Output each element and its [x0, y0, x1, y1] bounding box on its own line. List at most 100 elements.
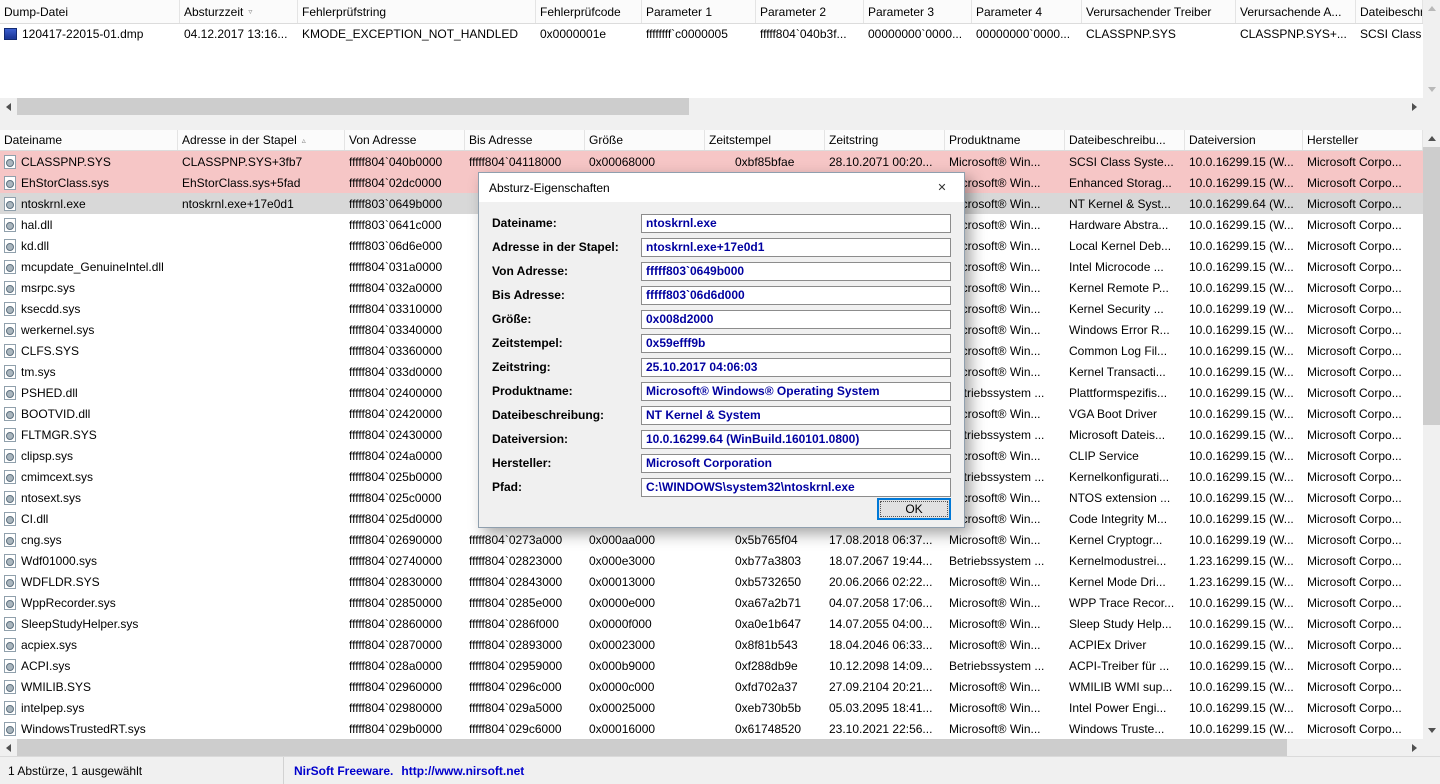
- column-header-dateibeschreibu[interactable]: Dateibeschreibu...: [1065, 130, 1185, 150]
- cell-dateiname: ACPI.sys: [0, 655, 178, 676]
- field-value-von-adresse[interactable]: fffff803`0649b000: [641, 261, 951, 281]
- table-row-120417-22015-01-dmp[interactable]: 120417-22015-01.dmp 04.12.2017 13:16... KM…: [0, 24, 1423, 44]
- field-value-dateibeschreibung[interactable]: NT Kernel & System: [641, 405, 951, 425]
- dialog-field-row: Bis Adresse: fffff803`06d6d000: [479, 283, 964, 307]
- cell-text: Microsoft Corpo...: [1307, 658, 1402, 673]
- cell-adresse-in-der-stapel: [178, 487, 345, 508]
- column-header-zeitstring[interactable]: Zeitstring: [825, 130, 945, 150]
- field-value-zeitstempel[interactable]: 0x59efff9b: [641, 333, 951, 353]
- cell-text: 0x00013000: [589, 574, 656, 589]
- cell-text: 10.0.16299.15 (W...: [1189, 448, 1294, 463]
- cell-gr-e: 0x00025000: [585, 697, 705, 718]
- cell-bis-adresse: fffff804`02843000: [465, 571, 585, 592]
- field-value-bis-adresse[interactable]: fffff803`06d6d000: [641, 285, 951, 305]
- field-value-zeitstring[interactable]: 25.10.2017 04:06:03: [641, 357, 951, 377]
- column-header-dump-datei[interactable]: Dump-Datei: [0, 0, 180, 23]
- cell-gr-e: 0x0000e000: [585, 592, 705, 613]
- drivers-vertical-scrollbar[interactable]: [1423, 130, 1440, 739]
- column-header-parameter-2[interactable]: Parameter 2: [756, 0, 864, 23]
- driver-file-icon: [4, 406, 16, 421]
- column-header-zeitstempel[interactable]: Zeitstempel: [705, 130, 825, 150]
- scroll-up-button[interactable]: [1423, 0, 1440, 17]
- cell-fehlerpr-fstring: KMODE_EXCEPTION_NOT_HANDLED: [298, 24, 536, 44]
- cell-von-adresse: fffff804`02850000: [345, 592, 465, 613]
- column-header-dateiversion[interactable]: Dateiversion: [1185, 130, 1303, 150]
- dump-file-icon: [4, 28, 17, 40]
- scroll-left-button[interactable]: [0, 98, 17, 115]
- table-row-wmilib-sys[interactable]: WMILIB.SYS fffff804`02960000 fffff804`0296…: [0, 676, 1423, 697]
- cell-dateibeschreibu: Enhanced Storag...: [1065, 172, 1185, 193]
- dialog-titlebar[interactable]: Absturz-Eigenschaften ✕: [479, 173, 964, 202]
- table-row-intelpep-sys[interactable]: intelpep.sys fffff804`02980000 fffff804`02…: [0, 697, 1423, 718]
- cell-text: Microsoft Corpo...: [1307, 490, 1402, 505]
- table-row-sleepstudyhelper-sys[interactable]: SleepStudyHelper.sys fffff804`02860000 fff…: [0, 613, 1423, 634]
- column-header-produktname[interactable]: Produktname: [945, 130, 1065, 150]
- cell-zeitstring: 27.09.2104 20:21...: [825, 676, 945, 697]
- column-header-gr-e[interactable]: Größe: [585, 130, 705, 150]
- scroll-down-button[interactable]: [1423, 81, 1440, 98]
- cell-gr-e: 0x00068000: [585, 151, 705, 172]
- column-header-adresse-in-der-stapel[interactable]: Adresse in der Stapel ▵: [178, 130, 345, 150]
- cell-adresse-in-der-stapel: [178, 634, 345, 655]
- cell-text: 10.0.16299.15 (W...: [1189, 217, 1294, 232]
- dumps-horizontal-scrollbar[interactable]: [0, 98, 1423, 115]
- arrow-left-icon: [6, 102, 11, 111]
- column-header-bis-adresse[interactable]: Bis Adresse: [465, 130, 585, 150]
- nirsoft-url-link[interactable]: http://www.nirsoft.net: [401, 764, 524, 778]
- table-row-wpprecorder-sys[interactable]: WppRecorder.sys fffff804`02850000 fffff804…: [0, 592, 1423, 613]
- field-value-gr-e[interactable]: 0x008d2000: [641, 309, 951, 329]
- scroll-down-button[interactable]: [1423, 722, 1440, 739]
- field-value-hersteller[interactable]: Microsoft Corporation: [641, 453, 951, 473]
- table-row-windowstrustedrt-sys[interactable]: WindowsTrustedRT.sys fffff804`029b0000 fff…: [0, 718, 1423, 739]
- cell-text: fffff804`028a0000: [349, 658, 443, 673]
- column-header-hersteller[interactable]: Hersteller: [1303, 130, 1423, 150]
- column-header-parameter-3[interactable]: Parameter 3: [864, 0, 972, 23]
- field-value-adresse-in-der-stapel[interactable]: ntoskrnl.exe+17e0d1: [641, 237, 951, 257]
- cell-text: Microsoft Corpo...: [1307, 553, 1402, 568]
- field-value-pfad[interactable]: C:\WINDOWS\system32\ntoskrnl.exe: [641, 477, 951, 497]
- field-value-dateiversion[interactable]: 10.0.16299.64 (WinBuild.160101.0800): [641, 429, 951, 449]
- cell-text: hal.dll: [21, 217, 53, 232]
- column-header-dateiname[interactable]: Dateiname: [0, 130, 178, 150]
- column-header-fehlerpr-fcode[interactable]: Fehlerprüfcode: [536, 0, 642, 23]
- column-header-fehlerpr-fstring[interactable]: Fehlerprüfstring: [298, 0, 536, 23]
- close-button[interactable]: ✕: [920, 173, 964, 202]
- table-row-acpiex-sys[interactable]: acpiex.sys fffff804`02870000 fffff804`0289…: [0, 634, 1423, 655]
- scroll-left-button[interactable]: [0, 739, 17, 756]
- table-row-classpnp-sys[interactable]: CLASSPNP.SYS CLASSPNP.SYS+3fb7 fffff804`04…: [0, 151, 1423, 172]
- cell-dateiname: PSHED.dll: [0, 382, 178, 403]
- table-row-cng-sys[interactable]: cng.sys fffff804`02690000 fffff804`0273a00…: [0, 529, 1423, 550]
- table-row-acpi-sys[interactable]: ACPI.sys fffff804`028a0000 fffff804`029590…: [0, 655, 1423, 676]
- column-header-verursachende-a[interactable]: Verursachende A...: [1236, 0, 1356, 23]
- column-header-parameter-1[interactable]: Parameter 1: [642, 0, 756, 23]
- table-row-wdfldr-sys[interactable]: WDFLDR.SYS fffff804`02830000 fffff804`0284…: [0, 571, 1423, 592]
- drivers-horizontal-scrollbar[interactable]: [0, 739, 1423, 756]
- cell-text: fffff804`03310000: [349, 301, 443, 316]
- scrollbar-thumb[interactable]: [17, 739, 1287, 756]
- column-header-verursachender-treiber[interactable]: Verursachender Treiber: [1082, 0, 1236, 23]
- scrollbar-thumb[interactable]: [1423, 147, 1440, 425]
- column-header-absturzzeit[interactable]: Absturzzeit ▿: [180, 0, 298, 23]
- column-header-von-adresse[interactable]: Von Adresse: [345, 130, 465, 150]
- cell-produktname: Betriebssystem ...: [945, 550, 1065, 571]
- column-header-label: Adresse in der Stapel: [182, 133, 297, 147]
- column-header-dateibeschre[interactable]: Dateibeschre...: [1356, 0, 1423, 23]
- table-row-wdf01000-sys[interactable]: Wdf01000.sys fffff804`02740000 fffff804`02…: [0, 550, 1423, 571]
- cell-fehlerpr-fcode: 0x0000001e: [536, 24, 642, 44]
- field-value-produktname[interactable]: Microsoft® Windows® Operating System: [641, 381, 951, 401]
- cell-dateiversion: 10.0.16299.64 (W...: [1185, 193, 1303, 214]
- scroll-right-button[interactable]: [1406, 739, 1423, 756]
- arrow-right-icon: [1412, 743, 1417, 752]
- ok-button[interactable]: OK: [877, 498, 951, 520]
- field-value-dateiname[interactable]: ntoskrnl.exe: [641, 213, 951, 233]
- scrollbar-thumb[interactable]: [17, 98, 689, 115]
- scroll-up-button[interactable]: [1423, 130, 1440, 147]
- dumps-vertical-scrollbar[interactable]: [1423, 0, 1440, 98]
- statusbar-selection-panel: 1 Abstürze, 1 ausgewählt: [0, 757, 284, 784]
- cell-text: 04.12.2017 13:16...: [184, 27, 288, 41]
- close-icon: ✕: [937, 181, 947, 194]
- scroll-right-button[interactable]: [1406, 98, 1423, 115]
- pane-splitter[interactable]: [0, 115, 1440, 130]
- column-header-parameter-4[interactable]: Parameter 4: [972, 0, 1082, 23]
- cell-text: fffff804`025b0000: [349, 469, 443, 484]
